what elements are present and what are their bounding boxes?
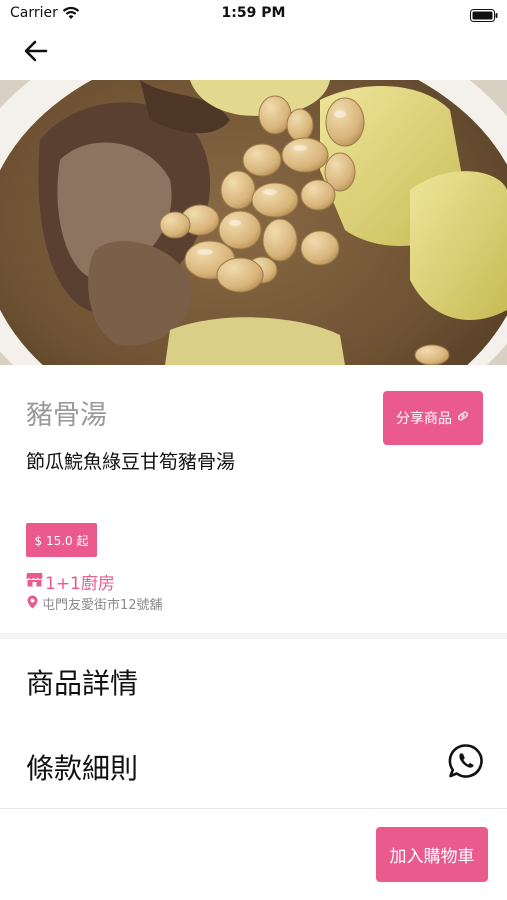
back-button[interactable]	[18, 38, 54, 68]
shop-link[interactable]: 1+1廚房	[26, 569, 115, 594]
address-text: 屯門友愛街市12號舖	[42, 598, 163, 613]
arrow-left-icon	[24, 40, 48, 66]
bottom-divider	[0, 808, 507, 809]
nav-bar	[0, 28, 507, 80]
terms-label: 條款細則	[26, 752, 139, 785]
location-pin-icon	[27, 595, 38, 613]
whatsapp-button[interactable]	[447, 742, 485, 780]
terms-row[interactable]: 條款細則	[0, 725, 507, 805]
price-badge: $ 15.0 起	[26, 523, 97, 557]
status-bar: Carrier 1:59 PM	[0, 0, 507, 28]
product-image-carousel[interactable]	[0, 80, 507, 365]
product-details-label: 商品詳情	[26, 667, 139, 700]
whatsapp-icon	[447, 744, 485, 784]
status-time: 1:59 PM	[221, 5, 286, 21]
product-category: 豬骨湯	[26, 400, 107, 431]
section-divider	[0, 633, 507, 639]
battery-icon	[470, 7, 498, 26]
pork-bone-soup-photo	[0, 80, 507, 365]
share-label: 分享商品	[396, 411, 452, 427]
link-icon	[456, 409, 470, 427]
product-name: 節瓜鯇魚綠豆甘筍豬骨湯	[26, 451, 236, 473]
store-icon	[26, 572, 43, 592]
shop-address: 屯門友愛街市12號舖	[27, 594, 163, 613]
shop-name: 1+1廚房	[45, 574, 115, 594]
share-product-button[interactable]: 分享商品	[383, 391, 483, 445]
add-to-cart-button[interactable]: 加入購物車	[376, 827, 488, 882]
product-info: 豬骨湯 分享商品 節瓜鯇魚綠豆甘筍豬骨湯 $ 15.0 起 1+1廚房 屯門友愛…	[0, 365, 507, 633]
product-details-row[interactable]: 商品詳情	[0, 640, 507, 720]
